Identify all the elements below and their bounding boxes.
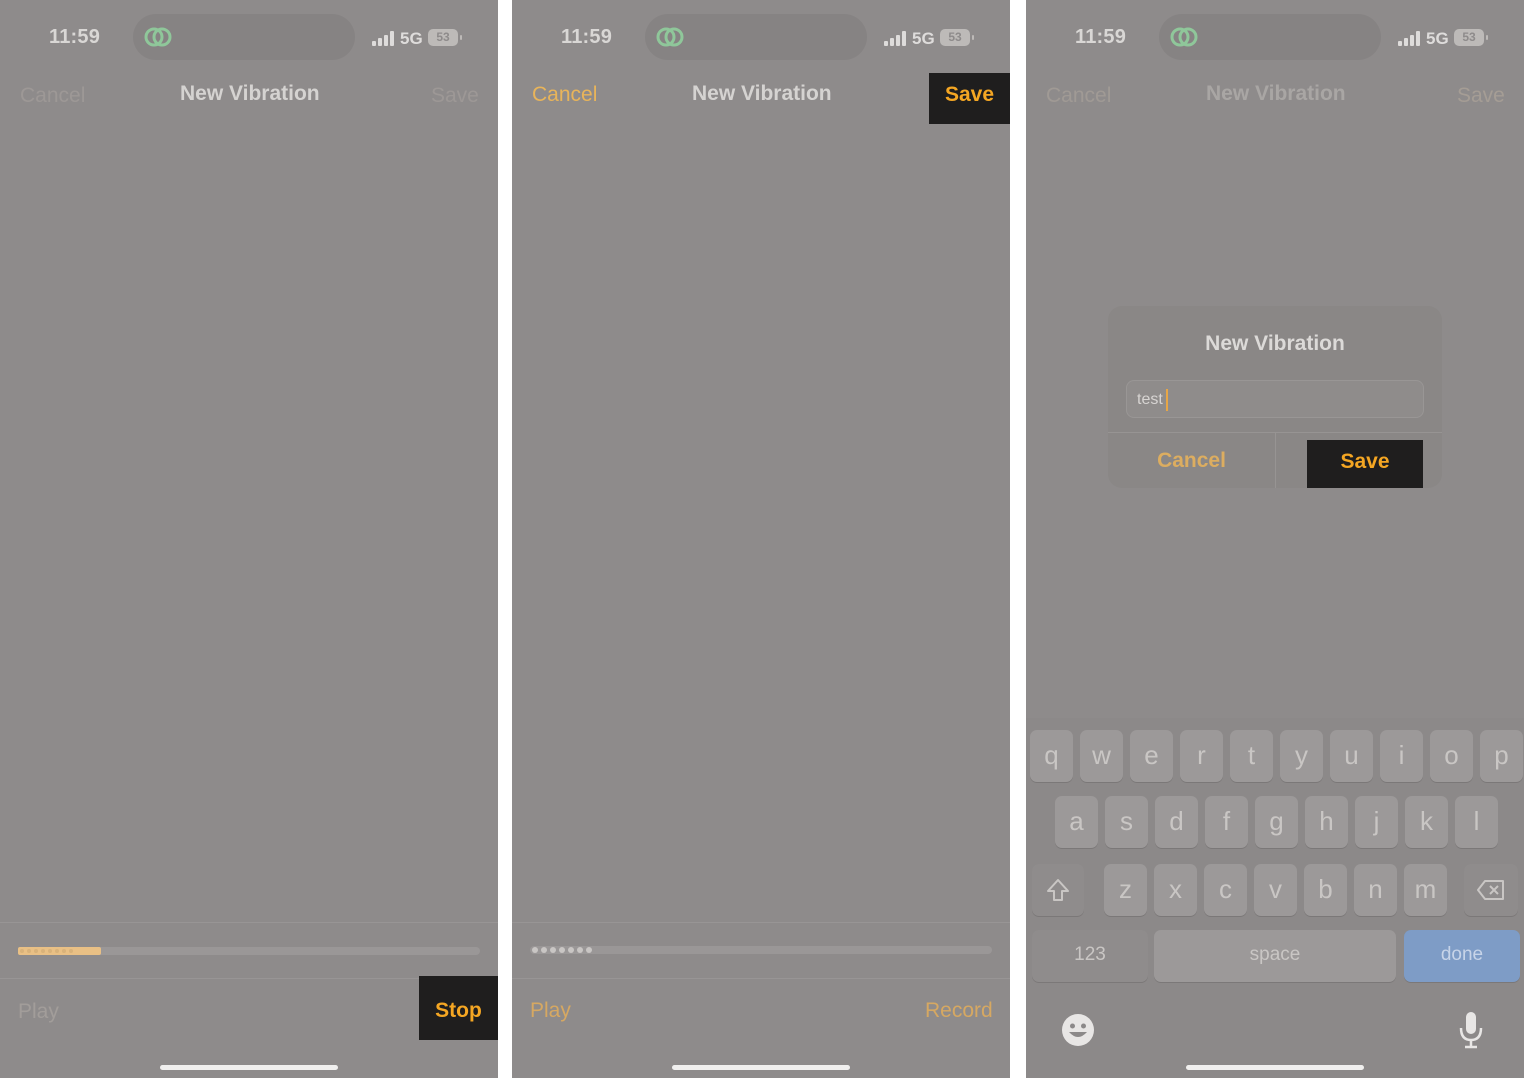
cancel-button[interactable]: Cancel bbox=[532, 83, 597, 107]
signal-icon bbox=[372, 30, 396, 46]
battery-icon: 53 bbox=[940, 29, 974, 46]
signal-icon bbox=[884, 30, 908, 46]
dialog-save-label: Save bbox=[1340, 450, 1390, 473]
dynamic-island bbox=[645, 14, 867, 60]
dialog-title: New Vibration bbox=[1205, 332, 1345, 355]
key-u[interactable]: u bbox=[1330, 730, 1373, 782]
dialog-cancel-button[interactable]: Cancel bbox=[1108, 449, 1275, 473]
vibration-name-input[interactable]: test bbox=[1126, 380, 1424, 418]
signal-icon bbox=[1398, 30, 1422, 46]
key-t[interactable]: t bbox=[1230, 730, 1273, 782]
cancel-button[interactable]: Cancel bbox=[1046, 84, 1111, 108]
key-n[interactable]: n bbox=[1354, 864, 1397, 916]
stop-button[interactable]: Stop bbox=[419, 976, 498, 1040]
key-x[interactable]: x bbox=[1154, 864, 1197, 916]
key-w[interactable]: w bbox=[1080, 730, 1123, 782]
home-indicator bbox=[160, 1065, 338, 1070]
status-time: 11:59 bbox=[1075, 26, 1127, 48]
input-value: test bbox=[1137, 391, 1163, 408]
link-icon bbox=[656, 27, 684, 47]
key-r[interactable]: r bbox=[1180, 730, 1223, 782]
shift-icon bbox=[1047, 879, 1069, 901]
network-label: 5G bbox=[400, 29, 423, 48]
keyboard: qwertyuiop asdfghjkl zxcvbnm 123 space d… bbox=[1026, 718, 1524, 1078]
vibration-timeline bbox=[530, 946, 992, 954]
emoji-icon[interactable] bbox=[1060, 1012, 1096, 1048]
page-title: New Vibration bbox=[1206, 82, 1346, 105]
key-q[interactable]: q bbox=[1030, 730, 1073, 782]
done-key[interactable]: done bbox=[1404, 930, 1520, 982]
key-i[interactable]: i bbox=[1380, 730, 1423, 782]
key-j[interactable]: j bbox=[1355, 796, 1398, 848]
battery-icon: 53 bbox=[1454, 29, 1488, 46]
key-g[interactable]: g bbox=[1255, 796, 1298, 848]
key-l[interactable]: l bbox=[1455, 796, 1498, 848]
save-label: Save bbox=[944, 83, 995, 106]
key-z[interactable]: z bbox=[1104, 864, 1147, 916]
record-button[interactable]: Record bbox=[925, 999, 993, 1023]
text-caret bbox=[1166, 389, 1168, 411]
vibration-dots bbox=[532, 947, 592, 953]
save-dialog-screen: 11:59 5G 53 Cancel New Vibration Save Ne… bbox=[1026, 0, 1524, 1078]
page-title: New Vibration bbox=[692, 82, 832, 105]
play-button[interactable]: Play bbox=[18, 1000, 59, 1024]
delete-icon bbox=[1477, 880, 1504, 900]
stop-label: Stop bbox=[435, 999, 482, 1022]
link-icon bbox=[144, 27, 172, 47]
page-title: New Vibration bbox=[180, 82, 320, 105]
dialog-save-button[interactable]: Save bbox=[1307, 440, 1423, 488]
microphone-icon[interactable] bbox=[1458, 1010, 1484, 1050]
divider bbox=[512, 978, 1010, 979]
key-p[interactable]: p bbox=[1480, 730, 1523, 782]
dynamic-island bbox=[133, 14, 355, 60]
network-label: 5G bbox=[1426, 29, 1449, 48]
shift-key[interactable] bbox=[1032, 864, 1084, 916]
home-indicator bbox=[672, 1065, 850, 1070]
key-c[interactable]: c bbox=[1204, 864, 1247, 916]
recording-screen: 11:59 5G 53 Cancel New Vibration Save Pl… bbox=[0, 0, 498, 1078]
key-h[interactable]: h bbox=[1305, 796, 1348, 848]
key-v[interactable]: v bbox=[1254, 864, 1297, 916]
space-key[interactable]: space bbox=[1154, 930, 1396, 982]
delete-key[interactable] bbox=[1464, 864, 1518, 916]
name-dialog: New Vibration test Cancel Save bbox=[1108, 306, 1442, 488]
key-o[interactable]: o bbox=[1430, 730, 1473, 782]
key-d[interactable]: d bbox=[1155, 796, 1198, 848]
cancel-button[interactable]: Cancel bbox=[20, 84, 85, 108]
vibration-dots bbox=[20, 949, 73, 953]
divider bbox=[0, 922, 498, 923]
key-a[interactable]: a bbox=[1055, 796, 1098, 848]
divider bbox=[1275, 433, 1276, 488]
recorded-screen: 11:59 5G 53 Cancel New Vibration Save Pl… bbox=[512, 0, 1010, 1078]
key-f[interactable]: f bbox=[1205, 796, 1248, 848]
key-k[interactable]: k bbox=[1405, 796, 1448, 848]
divider bbox=[512, 922, 1010, 923]
key-e[interactable]: e bbox=[1130, 730, 1173, 782]
key-m[interactable]: m bbox=[1404, 864, 1447, 916]
save-button[interactable]: Save bbox=[929, 73, 1010, 124]
play-button[interactable]: Play bbox=[530, 999, 571, 1023]
vibration-timeline bbox=[18, 947, 480, 955]
save-button[interactable]: Save bbox=[431, 84, 479, 108]
home-indicator bbox=[1186, 1065, 1364, 1070]
dynamic-island bbox=[1159, 14, 1381, 60]
key-b[interactable]: b bbox=[1304, 864, 1347, 916]
key-y[interactable]: y bbox=[1280, 730, 1323, 782]
link-icon bbox=[1170, 27, 1198, 47]
key-s[interactable]: s bbox=[1105, 796, 1148, 848]
status-time: 11:59 bbox=[49, 26, 101, 48]
numbers-key[interactable]: 123 bbox=[1032, 930, 1148, 982]
network-label: 5G bbox=[912, 29, 935, 48]
save-button[interactable]: Save bbox=[1457, 84, 1505, 108]
battery-icon: 53 bbox=[428, 29, 462, 46]
status-time: 11:59 bbox=[561, 26, 613, 48]
